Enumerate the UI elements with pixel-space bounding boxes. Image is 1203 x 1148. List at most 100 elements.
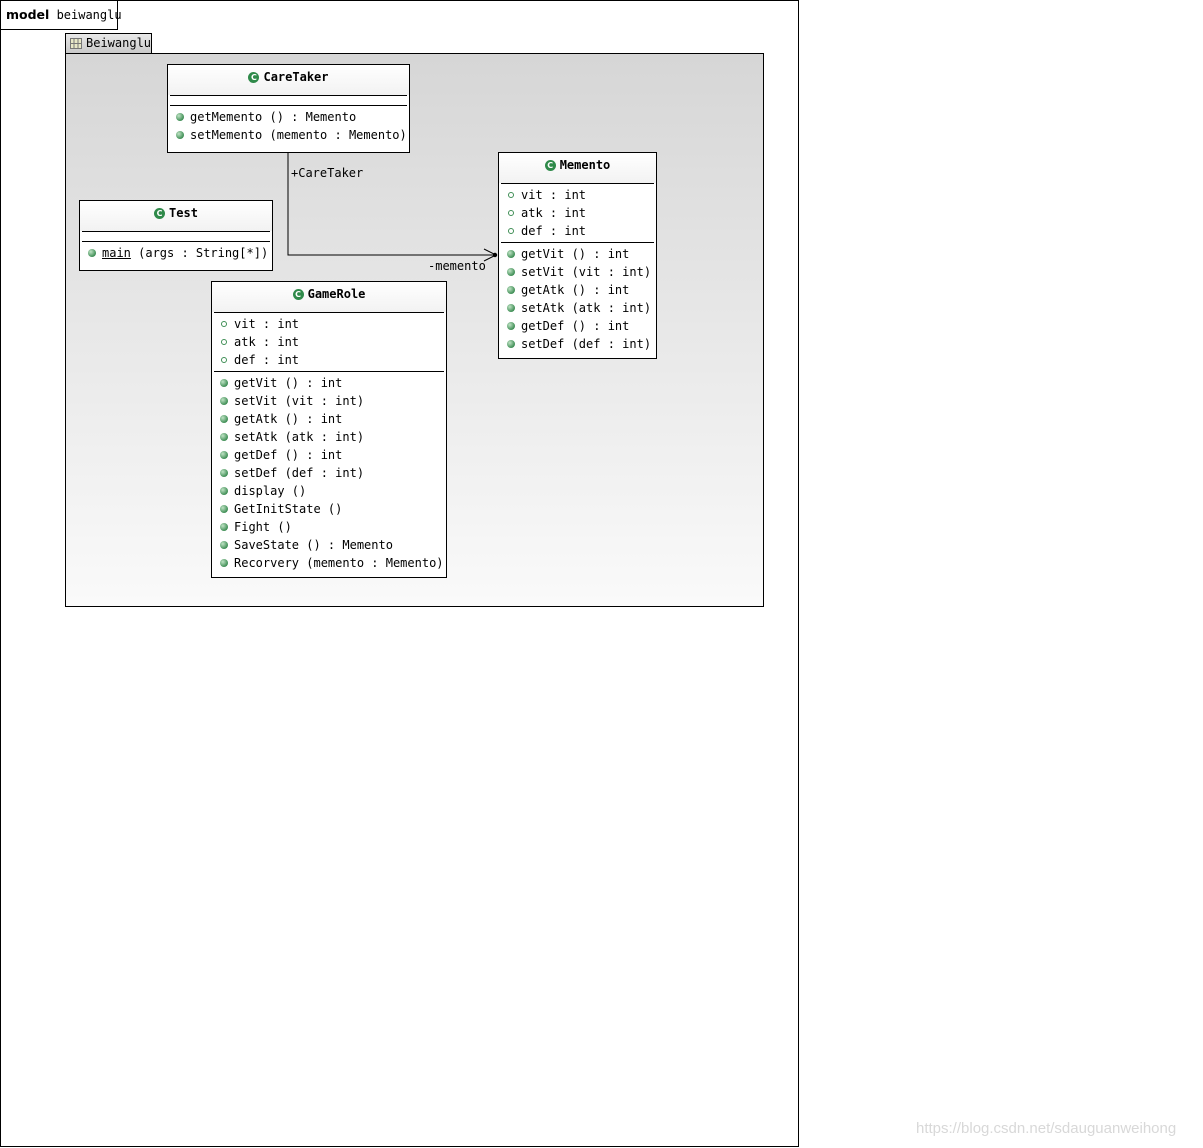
operation-item[interactable]: setVit (vit : int): [212, 392, 446, 410]
attributes-compartment: vit : int atk : int def : int: [212, 313, 446, 371]
class-header: C Test: [80, 201, 272, 231]
operation-item[interactable]: getDef () : int: [212, 446, 446, 464]
public-icon: [507, 304, 515, 312]
class-header: C Memento: [499, 153, 656, 183]
package-visibility-icon: [508, 210, 514, 216]
attribute-text: vit : int: [521, 188, 587, 202]
operation-text: setVit (vit : int): [521, 265, 652, 279]
operation-item[interactable]: Fight (): [212, 518, 446, 536]
operation-text: getMemento () : Memento: [190, 110, 357, 124]
attribute-item[interactable]: def : int: [499, 222, 656, 240]
operation-text: Recorvery (memento : Memento): [234, 556, 444, 570]
attribute-item[interactable]: vit : int: [212, 315, 446, 333]
attributes-compartment: vit : int atk : int def : int: [499, 184, 656, 242]
attribute-text: atk : int: [234, 335, 300, 349]
public-icon: [88, 249, 96, 257]
class-caretaker[interactable]: C CareTaker getMemento () : Memento setMe…: [167, 64, 410, 153]
class-test[interactable]: C Test main (args : String[*]): [79, 200, 273, 271]
public-icon: [220, 397, 228, 405]
public-icon: [220, 487, 228, 495]
operations-compartment: getVit () : int setVit (vit : int) getAt…: [212, 372, 446, 574]
package-visibility-icon: [221, 321, 227, 327]
class-name: GameRole: [307, 287, 366, 301]
operation-item[interactable]: main (args : String[*]): [80, 244, 272, 262]
class-icon: C: [248, 72, 260, 83]
operation-item[interactable]: getVit () : int: [499, 245, 656, 263]
package-visibility-icon: [221, 339, 227, 345]
operation-item[interactable]: display (): [212, 482, 446, 500]
operation-item[interactable]: Recorvery (memento : Memento): [212, 554, 446, 572]
public-icon: [220, 451, 228, 459]
public-icon: [220, 523, 228, 531]
public-icon: [507, 268, 515, 276]
operation-text: Fight (): [234, 520, 292, 534]
attribute-item[interactable]: vit : int: [499, 186, 656, 204]
operation-item[interactable]: setVit (vit : int): [499, 263, 656, 281]
package-visibility-icon: [508, 192, 514, 198]
attribute-item[interactable]: atk : int: [212, 333, 446, 351]
class-name: CareTaker: [263, 70, 329, 84]
operations-compartment: getMemento () : Memento setMemento (meme…: [168, 106, 409, 146]
public-icon: [220, 469, 228, 477]
operation-text: setMemento (memento : Memento): [190, 128, 407, 142]
class-icon: C: [292, 289, 304, 300]
operation-item[interactable]: getDef () : int: [499, 317, 656, 335]
operations-compartment: main (args : String[*]): [80, 242, 272, 264]
operation-item[interactable]: getMemento () : Memento: [168, 108, 409, 126]
operation-signature: (args : String[*]): [130, 246, 269, 260]
public-icon: [220, 415, 228, 423]
attribute-item[interactable]: atk : int: [499, 204, 656, 222]
operation-item[interactable]: setDef (def : int): [212, 464, 446, 482]
operation-text: GetInitState (): [234, 502, 343, 516]
public-icon: [176, 113, 184, 121]
class-icon: C: [154, 208, 166, 219]
operation-text: getVit () : int: [521, 247, 630, 261]
class-gamerole[interactable]: C GameRole vit : int atk : int def : int …: [211, 281, 447, 578]
public-icon: [220, 505, 228, 513]
class-memento[interactable]: C Memento vit : int atk : int def : int g…: [498, 152, 657, 359]
class-name: Memento: [559, 158, 611, 172]
operation-item[interactable]: SaveState () : Memento: [212, 536, 446, 554]
attribute-item[interactable]: def : int: [212, 351, 446, 369]
attribute-text: vit : int: [234, 317, 300, 331]
operation-item[interactable]: getAtk () : int: [499, 281, 656, 299]
package-visibility-icon: [221, 357, 227, 363]
public-icon: [220, 541, 228, 549]
operation-text: setAtk (atk : int): [234, 430, 365, 444]
target-role-label: -memento: [428, 259, 486, 273]
public-icon: [176, 131, 184, 139]
operation-item[interactable]: setDef (def : int): [499, 335, 656, 353]
operation-item[interactable]: getVit () : int: [212, 374, 446, 392]
attributes-compartment: [80, 232, 272, 241]
operation-text: setDef (def : int): [234, 466, 365, 480]
operation-item[interactable]: setMemento (memento : Memento): [168, 126, 409, 144]
attribute-text: atk : int: [521, 206, 587, 220]
operation-text: getAtk () : int: [234, 412, 343, 426]
public-icon: [507, 322, 515, 330]
operation-text: display (): [234, 484, 307, 498]
package-visibility-icon: [508, 228, 514, 234]
public-icon: [507, 286, 515, 294]
class-icon: C: [544, 160, 556, 171]
operation-text: setDef (def : int): [521, 337, 652, 351]
operation-item[interactable]: setAtk (atk : int): [499, 299, 656, 317]
operation-text: getVit () : int: [234, 376, 343, 390]
public-icon: [507, 250, 515, 258]
attribute-text: def : int: [234, 353, 300, 367]
public-icon: [507, 340, 515, 348]
class-header: C CareTaker: [168, 65, 409, 95]
public-icon: [220, 559, 228, 567]
operation-item[interactable]: GetInitState (): [212, 500, 446, 518]
source-role-label: +CareTaker: [291, 166, 364, 180]
public-icon: [220, 433, 228, 441]
operation-item[interactable]: setAtk (atk : int): [212, 428, 446, 446]
attributes-compartment: [168, 96, 409, 105]
operations-compartment: getVit () : int setVit (vit : int) getAt…: [499, 243, 656, 355]
watermark: https://blog.csdn.net/sdauguanweihong: [916, 1120, 1177, 1137]
public-icon: [220, 379, 228, 387]
attribute-text: def : int: [521, 224, 587, 238]
operation-text: getDef () : int: [521, 319, 630, 333]
operation-text: setAtk (atk : int): [521, 301, 652, 315]
operation-item[interactable]: getAtk () : int: [212, 410, 446, 428]
class-header: C GameRole: [212, 282, 446, 312]
